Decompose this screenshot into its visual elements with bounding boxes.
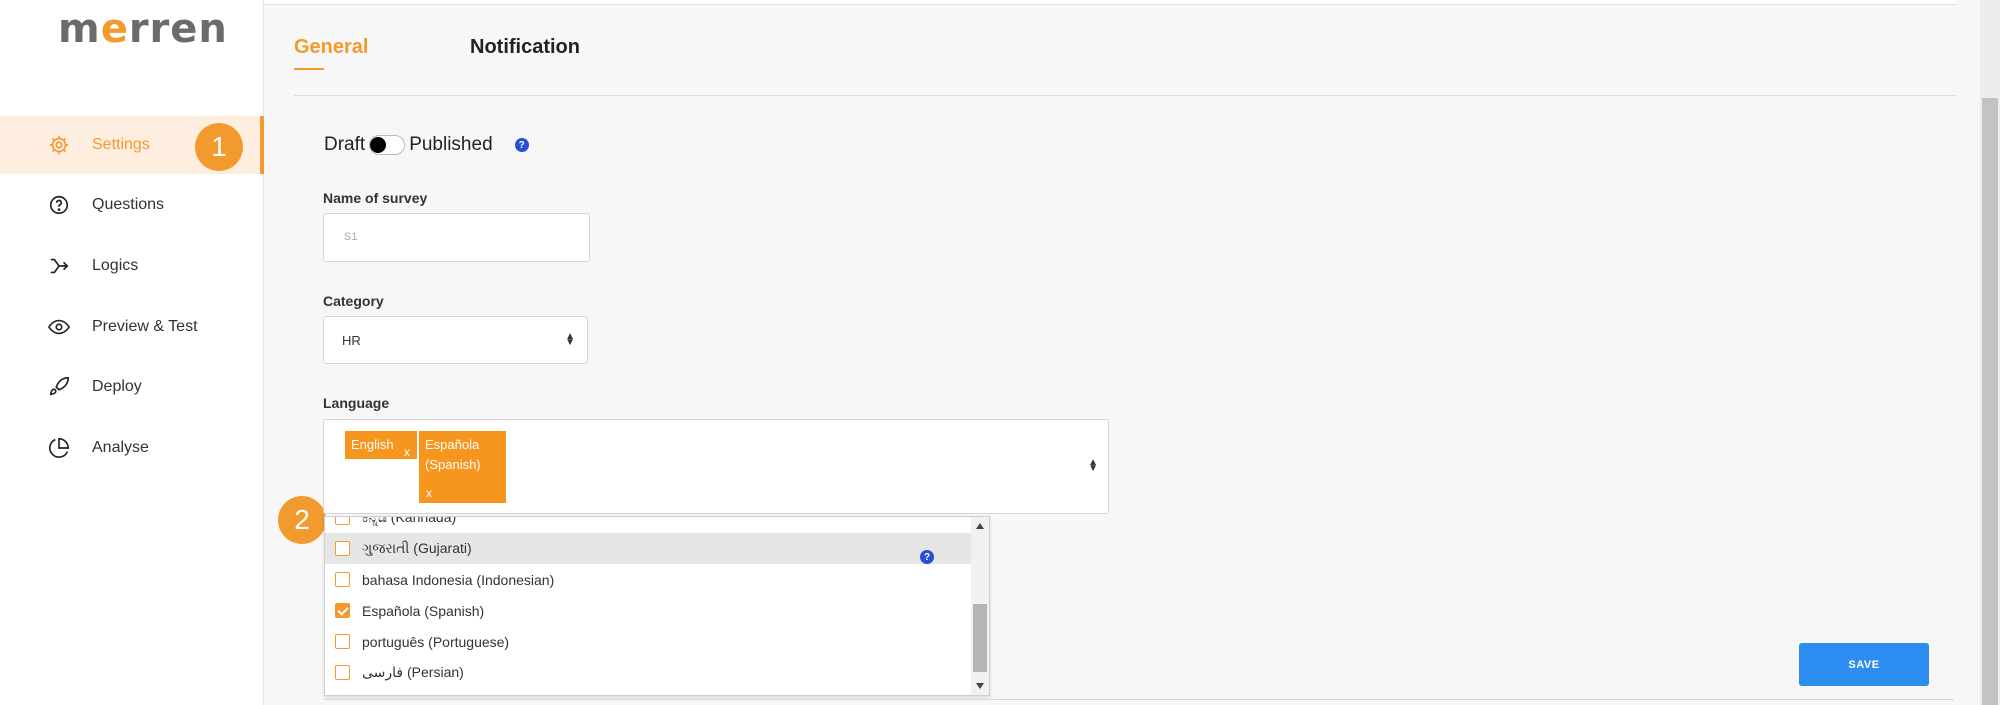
checkbox[interactable] — [335, 603, 350, 618]
eye-icon — [46, 314, 72, 340]
select-arrows-icon: ▲ ▼ — [1088, 457, 1098, 474]
scroll-thumb[interactable] — [973, 604, 987, 672]
main-content: General Notification Draft Published ? N… — [264, 0, 2000, 705]
pie-chart-icon — [46, 435, 72, 461]
list-item[interactable]: bahasa Indonesia (Indonesian) — [325, 564, 971, 595]
sidebar-item-questions[interactable]: Questions — [0, 176, 264, 234]
checkbox[interactable] — [335, 572, 350, 587]
language-chip-english: English x — [345, 431, 417, 459]
scroll-up-icon[interactable] — [976, 523, 984, 529]
publish-status-row: Draft Published ? — [324, 132, 529, 158]
option-label: ગુજરાતી (Gujarati) — [362, 540, 472, 556]
gear-icon — [46, 132, 72, 158]
branch-icon — [46, 253, 72, 279]
option-label: Española (Spanish) — [362, 602, 485, 619]
checkbox[interactable] — [335, 634, 350, 649]
select-arrows-icon: ▲ ▼ — [565, 331, 575, 348]
draft-label: Draft — [324, 134, 366, 155]
list-item[interactable]: ಕನ್ನಡ (Kannada) — [325, 516, 971, 533]
option-label: فارسی (Persian) — [362, 664, 464, 680]
published-label: Published — [409, 134, 493, 155]
language-chip-spanish: Española (Spanish) x — [419, 431, 506, 503]
checkbox[interactable] — [335, 541, 350, 556]
question-circle-icon — [46, 192, 72, 218]
list-item[interactable]: Española (Spanish) — [325, 595, 971, 626]
checkbox[interactable] — [335, 517, 350, 525]
sidebar-item-label: Deploy — [92, 378, 142, 395]
chip-label: Española — [425, 437, 480, 452]
language-dropdown-list: ಕನ್ನಡ (Kannada) ગુજરાતી (Gujarati) ? bah… — [324, 516, 990, 696]
sidebar-item-logics[interactable]: Logics — [0, 237, 264, 295]
sidebar-item-label: Settings — [92, 136, 150, 153]
page-scroll-thumb[interactable] — [1982, 98, 1998, 705]
chip-remove-button[interactable]: x — [426, 483, 432, 503]
category-value: HR — [342, 333, 361, 348]
save-button[interactable]: SAVE — [1799, 643, 1929, 686]
help-icon[interactable]: ? — [920, 550, 934, 564]
scroll-down-icon[interactable] — [976, 683, 984, 689]
chip-label: English — [351, 437, 394, 452]
name-of-survey-label: Name of survey — [323, 190, 428, 206]
sidebar-item-analyse[interactable]: Analyse — [0, 419, 264, 477]
category-label: Category — [323, 293, 384, 309]
publish-toggle[interactable] — [369, 135, 406, 155]
merren-logo[interactable]: merren — [58, 6, 228, 52]
sidebar-item-preview-test[interactable]: Preview & Test — [0, 298, 264, 356]
list-item[interactable]: فارسی (Persian) — [325, 657, 971, 688]
bottom-divider — [324, 699, 1954, 700]
help-icon[interactable]: ? — [514, 138, 529, 152]
tab-notification[interactable]: Notification — [470, 36, 580, 59]
language-label: Language — [323, 395, 390, 411]
step-badge-1: 1 — [195, 123, 243, 171]
list-item[interactable]: português (Portuguese) — [325, 626, 971, 657]
option-label: português (Portuguese) — [362, 633, 510, 650]
sidebar-item-label: Questions — [92, 196, 165, 213]
survey-name-input[interactable]: S1 — [323, 213, 590, 262]
category-select[interactable]: HR ▲ ▼ — [323, 316, 588, 364]
chip-remove-button[interactable]: x — [404, 442, 410, 462]
rocket-icon — [46, 374, 72, 400]
toggle-knob — [370, 137, 387, 153]
top-bar — [264, 0, 1956, 5]
sidebar-item-label: Analyse — [92, 439, 149, 456]
tabs-divider — [294, 95, 1956, 96]
chip-label-sub: (Spanish) — [425, 457, 481, 472]
dropdown-scrollbar[interactable] — [971, 517, 989, 695]
checkbox[interactable] — [335, 665, 350, 680]
language-multiselect[interactable]: English x Española (Spanish) x ▲ ▼ — [323, 419, 1109, 514]
survey-name-value: S1 — [344, 231, 358, 243]
sidebar: merren Settings Questions Logics Preview… — [0, 0, 264, 705]
list-item[interactable]: ગુજરાતી (Gujarati) ? — [325, 533, 971, 564]
option-label: ಕನ್ನಡ (Kannada) — [362, 516, 457, 525]
tab-active-indicator — [294, 68, 324, 70]
sidebar-item-deploy[interactable]: Deploy — [0, 358, 264, 416]
sidebar-item-label: Logics — [92, 257, 139, 274]
sidebar-item-label: Preview & Test — [92, 318, 198, 335]
option-label: bahasa Indonesia (Indonesian) — [362, 571, 555, 588]
tab-general[interactable]: General — [294, 36, 368, 59]
page-scrollbar[interactable] — [1980, 0, 2000, 705]
